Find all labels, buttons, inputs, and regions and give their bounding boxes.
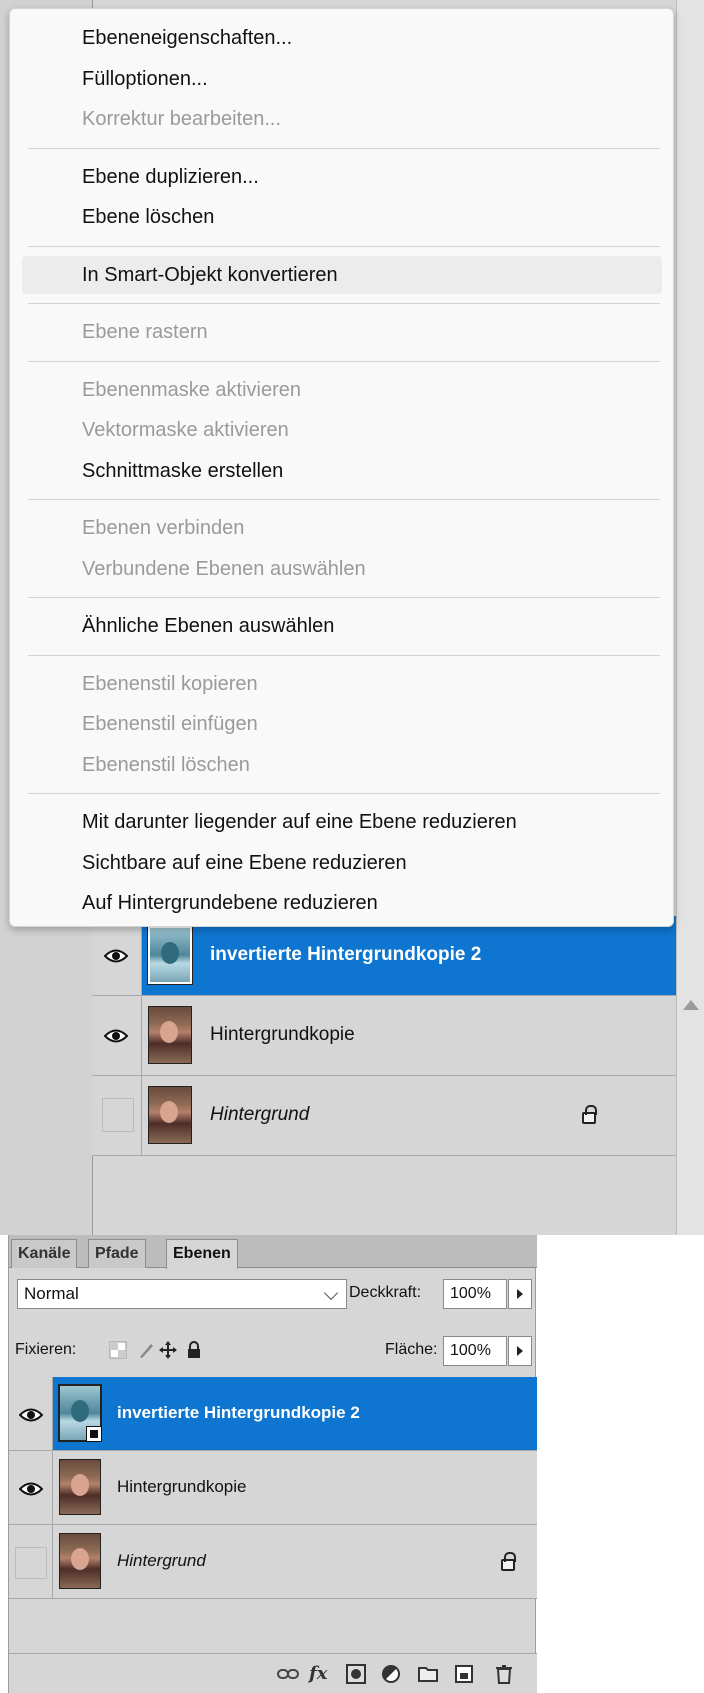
smart-object-badge-icon [86,1426,102,1442]
eye-icon [103,948,129,964]
lock-label: Fixieren: [15,1341,77,1358]
visibility-toggle[interactable] [9,1377,53,1450]
layers-panel: Kanäle Pfade Ebenen Normal Deckkraft: 10… [8,1235,537,1693]
layers-panel-view: Kanäle Pfade Ebenen Normal Deckkraft: 10… [0,1235,704,1693]
menu-item: Korrektur bearbeiten... [82,108,281,130]
lock-all-icon[interactable] [185,1341,203,1359]
menu-item: Ebenenstil löschen [82,753,250,776]
layer-name[interactable]: invertierte Hintergrundkopie 2 [210,944,481,966]
menu-item: Ebene rastern [82,321,208,343]
eye-icon [103,1028,129,1044]
menu-item[interactable]: Auf Hintergrundebene reduzieren [22,884,662,922]
menu-separator [28,597,660,598]
layer-row[interactable]: Hintergrund [92,1076,676,1156]
menu-item[interactable]: Ebene duplizieren... [22,158,662,196]
layer-thumbnail[interactable] [148,1006,192,1064]
blend-mode-select[interactable]: Normal [17,1279,347,1309]
fill-slider-button[interactable] [508,1336,532,1366]
fill-input[interactable]: 100% [443,1336,507,1366]
thumbnail-face [71,1400,89,1422]
layer-row[interactable]: invertierte Hintergrundkopie 2 [92,916,676,996]
link-icon[interactable] [277,1664,299,1684]
layer-thumbnail[interactable] [59,1533,101,1589]
layer-thumbnail[interactable] [147,925,193,985]
menu-item[interactable]: In Smart-Objekt konvertieren [22,255,662,294]
adjustment-icon[interactable] [381,1664,403,1684]
menu-separator [28,654,660,656]
layer-name[interactable]: Hintergrundkopie [210,1024,355,1046]
menu-item[interactable]: Sichtbare auf eine Ebene reduzieren [22,844,662,882]
eye-icon [18,1407,44,1423]
layer-name[interactable]: Hintergrund [210,1104,309,1126]
menu-item: Ebenenmaske aktivieren [82,378,302,401]
lock-image-pixels-icon[interactable] [137,1341,155,1359]
chevron-down-icon [323,1285,339,1301]
menu-item: Ebenenstil kopieren [82,672,258,695]
trash-icon[interactable] [493,1664,515,1684]
tab-ebenen[interactable]: Ebenen [166,1239,238,1269]
opacity-slider-button[interactable] [508,1279,532,1309]
tab-kanaele[interactable]: Kanäle [11,1239,78,1268]
panel-tabbar: Kanäle Pfade Ebenen [9,1235,537,1269]
thumbnail-face [161,942,179,964]
opacity-label: Deckkraft: [349,1284,422,1301]
thumbnail-face [71,1474,89,1496]
menu-separator [28,793,660,794]
eye-icon [18,1481,44,1497]
visibility-empty-box [15,1547,47,1579]
blend-mode-value: Normal [24,1284,79,1303]
layer-row[interactable]: Hintergrundkopie [9,1451,537,1525]
thumbnail-face [71,1548,89,1570]
fx-icon[interactable]: fx [309,1664,331,1684]
menu-separator [28,303,660,304]
lock-position-icon[interactable] [159,1341,177,1359]
visibility-toggle[interactable] [92,1076,142,1155]
fill-label: Fläche: [385,1341,438,1358]
lock-transparent-pixels-icon[interactable] [109,1341,127,1359]
scroll-up-arrow-icon[interactable] [683,1000,699,1010]
panel-footer: fx [9,1653,537,1693]
menu-item: Vektormaske aktivieren [82,419,289,441]
menu-item[interactable]: Ebeneneigenschaften... [22,19,662,57]
tab-pfade[interactable]: Pfade [88,1239,146,1268]
layer-context-menu: Ebeneneigenschaften... Fülloptionen... Kor… [9,8,674,927]
opacity-input[interactable]: 100% [443,1279,507,1309]
layer-name[interactable]: Hintergrundkopie [117,1477,246,1497]
lock-icon [582,1105,597,1124]
visibility-empty-box [102,1098,134,1132]
menu-item: Ebenenstil einfügen [82,713,258,735]
folder-icon[interactable] [417,1664,439,1684]
menu-item[interactable]: Ähnliche Ebenen auswählen [22,607,662,645]
lock-icon [501,1552,516,1571]
visibility-toggle[interactable] [92,996,142,1075]
menu-separator [28,499,660,500]
layer-thumbnail[interactable] [59,1459,101,1515]
layer-row[interactable]: Hintergrundkopie [92,996,676,1076]
layers-scrollbar[interactable] [676,0,704,1235]
thumbnail-face [160,1021,178,1043]
thumbnail-face [160,1101,178,1123]
layer-thumbnail[interactable] [148,1086,192,1144]
layer-row[interactable]: invertierte Hintergrundkopie 2 [9,1377,537,1451]
menu-item[interactable]: Ebene löschen [22,198,662,236]
menu-item[interactable]: Schnittmaske erstellen [22,452,662,490]
layer-name[interactable]: Hintergrund [117,1551,206,1571]
layer-row[interactable]: Hintergrund [9,1525,537,1599]
menu-item[interactable]: Fülloptionen... [22,60,662,98]
visibility-toggle[interactable] [9,1451,53,1524]
layer-name[interactable]: invertierte Hintergrundkopie 2 [117,1403,360,1423]
menu-item: Verbundene Ebenen auswählen [82,557,366,580]
menu-separator [28,245,660,247]
menu-separator [28,147,660,149]
new-layer-icon[interactable] [453,1664,475,1684]
menu-separator [28,360,660,362]
visibility-toggle[interactable] [9,1525,53,1598]
top-layers-view: invertierte Hintergrundkopie 2 Hintergrun… [0,0,704,1235]
layer-thumbnail[interactable] [58,1384,102,1442]
menu-item: Ebenen verbinden [82,517,245,539]
menu-item[interactable]: Mit darunter liegender auf eine Ebene re… [22,803,662,841]
visibility-toggle[interactable] [92,916,142,995]
mask-icon[interactable] [345,1664,367,1684]
